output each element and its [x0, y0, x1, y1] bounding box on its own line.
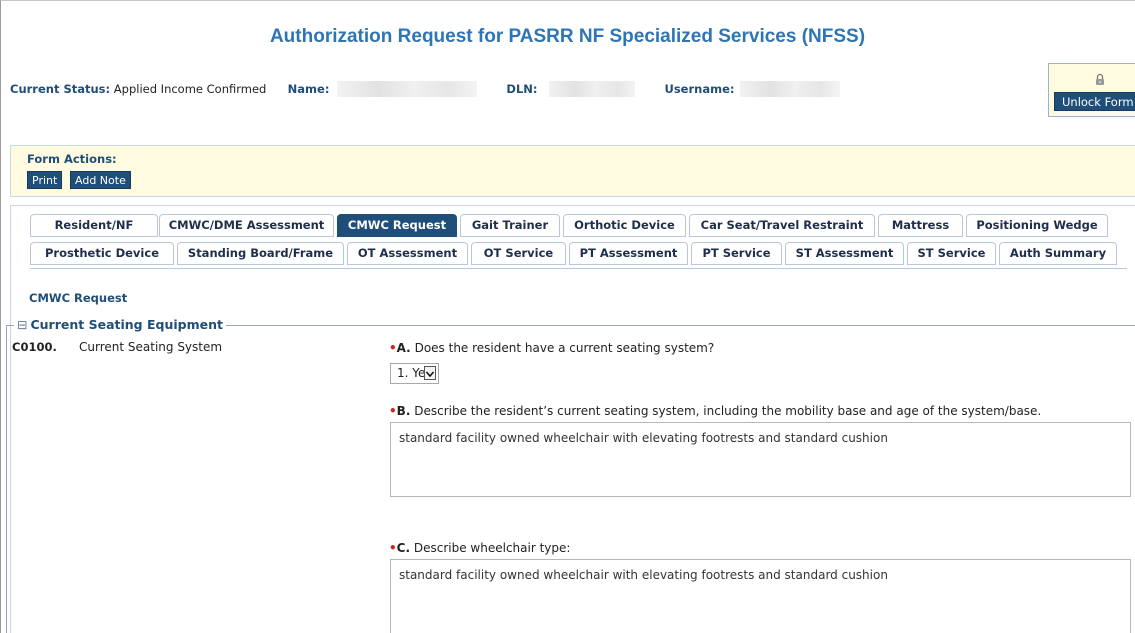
tab-positioning-wedge[interactable]: Positioning Wedge [966, 214, 1108, 237]
tab-st-service[interactable]: ST Service [907, 242, 996, 265]
question-c-letter: C. [396, 541, 411, 555]
lock-icon [1095, 73, 1105, 86]
question-b-letter: B. [396, 404, 411, 418]
tab-cmwc-request[interactable]: CMWC Request [337, 214, 457, 237]
tab-auth-summary[interactable]: Auth Summary [999, 242, 1117, 265]
section-title: CMWC Request [29, 291, 128, 305]
question-c: •C. Describe wheelchair type: [389, 541, 570, 555]
tab-orthotic-device[interactable]: Orthotic Device [563, 214, 686, 237]
tab-prosthetic-device[interactable]: Prosthetic Device [30, 242, 174, 265]
print-button[interactable]: Print [27, 171, 63, 189]
question-c-text: Describe wheelchair type: [413, 541, 571, 555]
current-seating-select[interactable]: 1. Yes [390, 363, 439, 384]
tab-car-seat-travel-restraint[interactable]: Car Seat/Travel Restraint [689, 214, 875, 237]
tab-standing-board-frame[interactable]: Standing Board/Frame [177, 242, 344, 265]
question-a: •A. Does the resident have a current sea… [389, 341, 714, 355]
current-seating-description-textarea[interactable]: standard facility owned wheelchair with … [390, 422, 1131, 497]
item-code: C0100. [12, 340, 57, 354]
page-title: Authorization Request for PASRR NF Speci… [269, 26, 866, 47]
tab-divider [30, 268, 1127, 269]
tab-st-assessment[interactable]: ST Assessment [785, 242, 904, 265]
fieldset-legend-label: Current Seating Equipment [30, 317, 223, 332]
status-value: Applied Income Confirmed [113, 82, 267, 96]
tab-ot-assessment[interactable]: OT Assessment [347, 242, 468, 265]
add-note-button[interactable]: Add Note [70, 171, 131, 189]
name-label: Name: [287, 82, 330, 96]
chevron-down-icon[interactable] [424, 366, 436, 380]
username-redacted [740, 81, 841, 97]
status-label: Current Status: [10, 82, 111, 96]
unlock-panel: Unlock Form [1048, 63, 1135, 117]
question-b: •B. Describe the resident’s current seat… [389, 404, 1041, 418]
tab-gait-trainer[interactable]: Gait Trainer [460, 214, 560, 237]
username-label: Username: [664, 82, 735, 96]
wheelchair-type-textarea[interactable]: standard facility owned wheelchair with … [390, 559, 1131, 633]
required-marker: • [389, 404, 397, 418]
question-b-text: Describe the resident’s current seating … [414, 404, 1042, 418]
dln-redacted [549, 81, 636, 97]
fieldset-legend[interactable]: ⊟ Current Seating Equipment [14, 317, 226, 332]
item-label: Current Seating System [79, 340, 223, 354]
collapse-toggle-icon[interactable]: ⊟ [17, 317, 27, 332]
required-marker: • [389, 341, 397, 355]
tab-cmwc-dme-assessment[interactable]: CMWC/DME Assessment [159, 214, 334, 237]
name-redacted [337, 81, 478, 97]
tab-pt-assessment[interactable]: PT Assessment [569, 242, 688, 265]
dln-label: DLN: [506, 82, 538, 96]
question-a-text: Does the resident have a current seating… [414, 341, 715, 355]
form-actions-panel: Form Actions: Print Add Note [10, 145, 1135, 197]
question-a-letter: A. [396, 341, 411, 355]
tab-mattress[interactable]: Mattress [878, 214, 963, 237]
required-marker: • [389, 541, 397, 555]
tab-ot-service[interactable]: OT Service [471, 242, 566, 265]
unlock-form-button[interactable]: Unlock Form [1054, 92, 1135, 111]
tab-pt-service[interactable]: PT Service [691, 242, 782, 265]
form-actions-header: Form Actions: [27, 152, 117, 166]
tab-resident-nf[interactable]: Resident/NF [30, 214, 158, 237]
status-line: Current Status: Applied Income Confirmed… [10, 81, 841, 97]
